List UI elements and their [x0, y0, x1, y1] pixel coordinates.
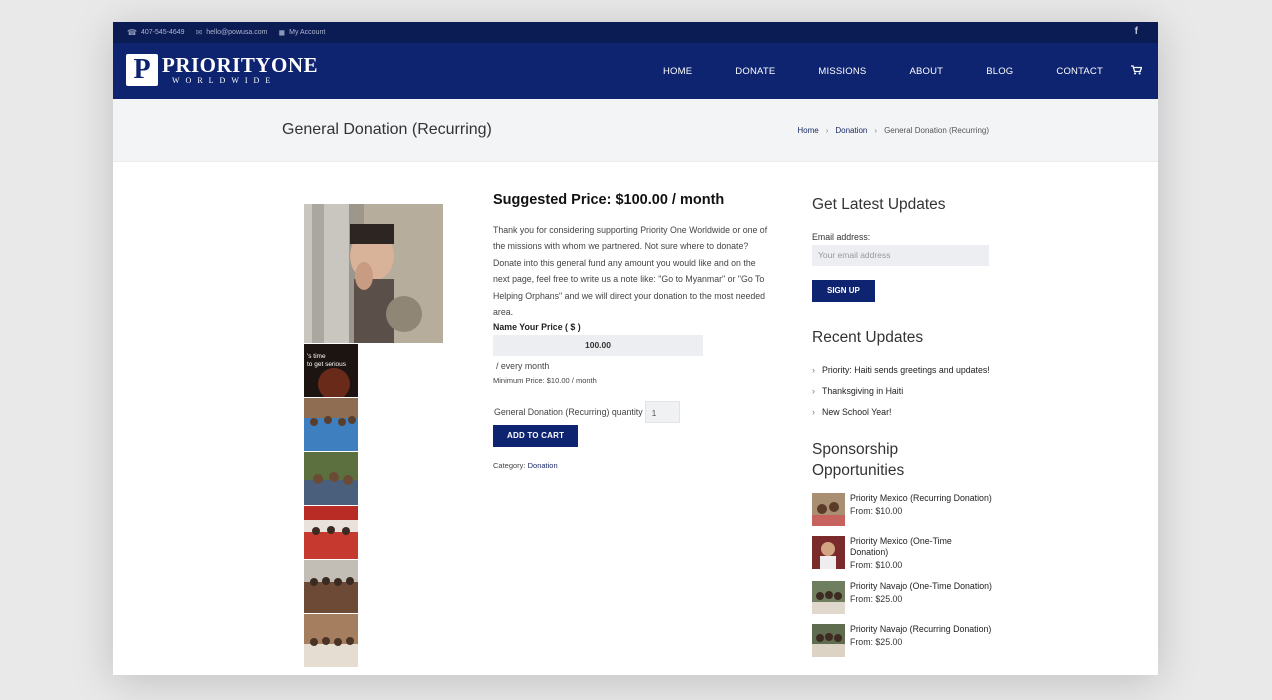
list-item[interactable]: Priority Navajo (One-Time Donation) From… [812, 581, 992, 614]
gallery-thumb[interactable]: 's time to get serious [304, 344, 358, 397]
nav-about[interactable]: ABOUT [909, 66, 943, 77]
recent-updates-list: › Priority: Haiti sends greetings and up… [812, 364, 992, 419]
suggested-price: Suggested Price: $100.00 / month [493, 192, 725, 208]
cart-icon[interactable] [1131, 64, 1143, 78]
list-item[interactable]: › Priority: Haiti sends greetings and up… [812, 364, 992, 377]
price-period: / every month [496, 361, 550, 372]
quantity-input[interactable]: 1 [644, 401, 680, 424]
envelope-icon: ✉ [195, 28, 203, 37]
sponsorship-heading: Sponsorship Opportunities [812, 441, 905, 479]
nav-missions[interactable]: MISSIONS [818, 66, 866, 77]
logo-wordmark: PRIORITYONE [162, 53, 319, 77]
logo-tagline: WORLDWIDE [172, 76, 277, 85]
updates-heading: Get Latest Updates [812, 196, 946, 213]
chevron-right-icon: › [812, 365, 815, 375]
facebook-icon[interactable]: f [1135, 26, 1138, 37]
gallery-thumb[interactable] [304, 398, 358, 451]
sponsor-thumbnail [812, 493, 845, 526]
gallery-thumb[interactable] [304, 560, 358, 613]
price-input[interactable]: 100.00 [493, 335, 703, 357]
chevron-right-icon: › [874, 126, 878, 135]
main-nav: HOME DONATE MISSIONS ABOUT BLOG CONTACT [620, 43, 1143, 99]
category-link[interactable]: Donation [528, 461, 558, 470]
nav-home[interactable]: HOME [663, 66, 692, 77]
gallery-thumb[interactable] [304, 614, 358, 667]
sponsor-thumbnail [812, 624, 845, 657]
list-item[interactable]: › Thanksgiving in Haiti [812, 385, 992, 398]
breadcrumb: Home › Donation › General Donation (Recu… [797, 126, 989, 135]
gallery-thumb[interactable] [304, 452, 358, 505]
page-title: General Donation (Recurring) [282, 121, 492, 138]
recent-updates-heading: Recent Updates [812, 329, 924, 346]
email-label: Email address: [812, 232, 871, 242]
product-category: Category: Donation [493, 461, 558, 471]
minimum-price: Minimum Price: $10.00 / month [493, 376, 597, 386]
email-field[interactable]: Your email address [812, 245, 989, 266]
sponsorship-list: Priority Mexico (Recurring Donation) Fro… [812, 493, 992, 657]
sponsor-thumbnail [812, 536, 845, 569]
product-main-image[interactable] [304, 204, 443, 343]
nav-blog[interactable]: BLOG [986, 66, 1013, 77]
product-summary: Suggested Price: $100.00 / month Thank y… [493, 192, 768, 470]
list-item[interactable]: Priority Mexico (Recurring Donation) Fro… [812, 493, 992, 526]
nav-contact[interactable]: CONTACT [1056, 66, 1103, 77]
logo-mark: P [126, 54, 158, 86]
phone-icon: ☎ [127, 28, 137, 37]
my-account-link[interactable]: ◼ My Account [278, 28, 325, 37]
lock-icon: ◼ [278, 28, 286, 37]
list-item[interactable]: Priority Navajo (Recurring Donation) Fro… [812, 624, 992, 657]
chevron-right-icon: › [812, 407, 815, 417]
sidebar: Get Latest Updates Email address: Your e… [812, 194, 992, 667]
product-description: Thank you for considering supporting Pri… [493, 225, 768, 318]
add-to-cart-button[interactable]: ADD TO CART [493, 425, 579, 448]
top-bar: ☎ 407-545-4649 ✉ hello@powusa.com ◼ My A… [113, 22, 1158, 43]
nav-donate[interactable]: DONATE [735, 66, 775, 77]
svg-text:'s time: 's time [307, 353, 326, 360]
name-your-price-label: Name Your Price ( $ ) [493, 322, 581, 333]
sponsor-thumbnail [812, 581, 845, 614]
page-title-bar: General Donation (Recurring) Home › Dona… [113, 99, 1158, 162]
chevron-right-icon: › [825, 126, 829, 135]
site-logo[interactable]: P PRIORITYONE WORLDWIDE [126, 54, 318, 86]
svg-text:to get serious: to get serious [307, 361, 347, 368]
site-header: P PRIORITYONE WORLDWIDE HOME DONATE MISS… [113, 43, 1158, 99]
breadcrumb-current: General Donation (Recurring) [884, 126, 989, 135]
chevron-right-icon: › [812, 386, 815, 396]
list-item[interactable]: › New School Year! [812, 406, 992, 419]
breadcrumb-donation[interactable]: Donation [835, 126, 867, 135]
phone-link[interactable]: ☎ 407-545-4649 [127, 28, 185, 37]
browser-page: ☎ 407-545-4649 ✉ hello@powusa.com ◼ My A… [113, 22, 1158, 675]
breadcrumb-home[interactable]: Home [797, 126, 818, 135]
list-item[interactable]: Priority Mexico (One-Time Donation) From… [812, 536, 992, 571]
quantity-label: General Donation (Recurring) quantity [494, 407, 643, 418]
gallery-thumb[interactable] [304, 506, 358, 559]
email-link[interactable]: ✉ hello@powusa.com [196, 28, 268, 37]
sign-up-button[interactable]: SIGN UP [812, 280, 875, 302]
